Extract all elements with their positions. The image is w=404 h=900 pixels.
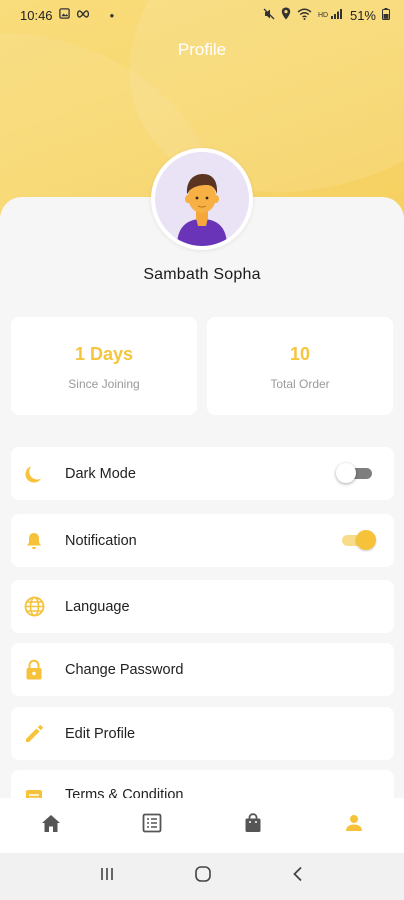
person-icon bbox=[345, 814, 363, 837]
menu-label: Edit Profile bbox=[65, 725, 136, 742]
menu-item-notification[interactable]: Notification bbox=[11, 514, 394, 567]
menu-label: Language bbox=[65, 598, 130, 615]
menu-item-change-password[interactable]: Change Password bbox=[11, 643, 394, 696]
page-title: Profile bbox=[177, 40, 227, 59]
nav-orders[interactable] bbox=[122, 806, 182, 846]
battery-icon bbox=[382, 7, 390, 23]
shopping-bag-icon bbox=[244, 813, 262, 838]
list-icon bbox=[142, 813, 162, 838]
lock-icon bbox=[23, 659, 45, 681]
menu-label: Dark Mode bbox=[65, 465, 136, 482]
document-icon bbox=[23, 787, 45, 798]
dot-icon: ● bbox=[109, 10, 115, 20]
system-navigation-bar bbox=[0, 853, 404, 900]
stat-label: Total Order bbox=[270, 377, 330, 391]
stat-label: Since Joining bbox=[68, 377, 140, 391]
bottom-navigation bbox=[0, 798, 404, 853]
signal-icon: HD bbox=[318, 8, 344, 23]
wifi-icon bbox=[297, 8, 312, 23]
status-bar: 10:46 ● HD 51% bbox=[0, 0, 404, 30]
mute-icon bbox=[263, 8, 275, 23]
nav-shop[interactable] bbox=[223, 806, 283, 846]
battery-level: 51% bbox=[349, 7, 376, 23]
svg-text:HD: HD bbox=[318, 12, 328, 19]
recent-apps-icon[interactable] bbox=[99, 866, 115, 887]
stat-card-orders: 10 Total Order bbox=[207, 317, 393, 415]
menu-label: Notification bbox=[65, 532, 137, 549]
status-time: 10:46 bbox=[20, 7, 53, 23]
globe-icon bbox=[23, 596, 45, 618]
avatar[interactable] bbox=[151, 148, 253, 250]
location-icon bbox=[281, 7, 291, 23]
back-icon[interactable] bbox=[291, 866, 305, 887]
pencil-icon bbox=[23, 723, 45, 745]
nav-profile[interactable] bbox=[324, 806, 384, 846]
nav-home[interactable] bbox=[21, 806, 81, 846]
home-icon bbox=[41, 814, 61, 838]
menu-item-edit-profile[interactable]: Edit Profile bbox=[11, 707, 394, 760]
stat-value: 10 bbox=[289, 344, 311, 364]
gallery-icon bbox=[58, 8, 70, 22]
menu-label: Terms & Condition bbox=[65, 787, 184, 798]
moon-icon bbox=[23, 463, 45, 485]
menu-item-terms[interactable]: Terms & Condition bbox=[11, 770, 394, 798]
dark-mode-toggle[interactable] bbox=[336, 463, 374, 483]
stat-value: 1 Days bbox=[74, 344, 134, 364]
home-button-icon[interactable] bbox=[194, 865, 212, 888]
notification-toggle[interactable] bbox=[338, 530, 376, 550]
stat-card-joining: 1 Days Since Joining bbox=[11, 317, 197, 415]
avatar-illustration bbox=[155, 152, 249, 246]
menu-item-language[interactable]: Language bbox=[11, 580, 394, 633]
bell-icon bbox=[23, 530, 45, 552]
menu-label: Change Password bbox=[65, 661, 184, 678]
menu-item-dark-mode[interactable]: Dark Mode bbox=[11, 447, 394, 500]
infinity-icon bbox=[76, 9, 90, 22]
profile-name: Sambath Sopha bbox=[143, 266, 261, 283]
